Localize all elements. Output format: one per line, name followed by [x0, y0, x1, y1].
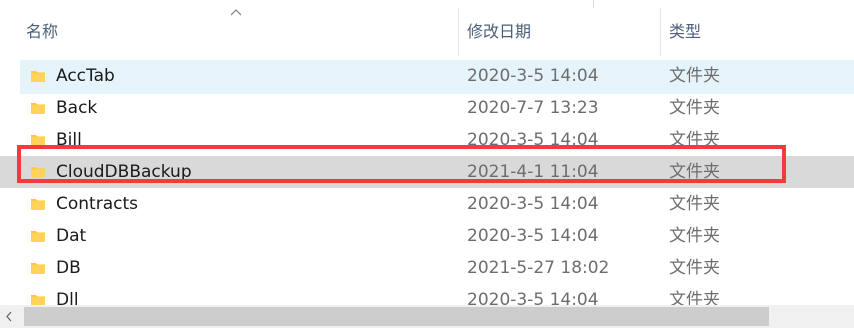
file-name: Back: [56, 98, 98, 118]
file-type: 文件夹: [669, 194, 720, 214]
file-row-db[interactable]: DB 2021-5-27 18:02 文件夹: [0, 252, 854, 284]
file-row-dat[interactable]: Dat 2020-3-5 14:04 文件夹: [0, 220, 854, 252]
row-selection-background: [20, 60, 854, 94]
file-row-bill[interactable]: Bill 2020-3-5 14:04 文件夹: [0, 124, 854, 146]
file-type: 文件夹: [669, 258, 720, 278]
file-date: 2020-3-5 14:04: [467, 290, 599, 305]
red-highlight-box: [17, 145, 786, 183]
scroll-left-icon[interactable]: [0, 305, 18, 328]
column-divider[interactable]: [458, 8, 459, 56]
file-type: 文件夹: [669, 98, 720, 118]
column-divider[interactable]: [660, 8, 661, 56]
file-date: 2020-3-5 14:04: [467, 226, 599, 246]
file-row-back[interactable]: Back 2020-7-7 13:23 文件夹: [0, 92, 854, 124]
folder-icon: [31, 71, 45, 82]
file-date: 2021-5-27 18:02: [467, 258, 610, 278]
column-header-name-label: 名称: [26, 22, 59, 41]
column-header-bar: 名称 修改日期 类型: [0, 0, 854, 56]
file-name: AccTab: [56, 66, 115, 86]
file-name: Dll: [56, 290, 79, 305]
file-name: Contracts: [56, 194, 138, 214]
file-date: 2020-7-7 13:23: [467, 98, 599, 118]
column-header-name[interactable]: 名称: [26, 0, 456, 56]
file-type: 文件夹: [669, 130, 720, 146]
scrollbar-thumb[interactable]: [24, 307, 769, 326]
file-type: 文件夹: [669, 290, 720, 305]
file-date: 2020-3-5 14:04: [467, 130, 599, 146]
folder-icon: [31, 135, 45, 146]
file-date: 2020-3-5 14:04: [467, 194, 599, 214]
folder-icon: [31, 231, 45, 242]
folder-icon: [31, 263, 45, 274]
file-type: 文件夹: [669, 66, 720, 86]
file-explorer-details-view: 名称 修改日期 类型 AccTab 2020-3-5 14:04 文件夹 Bac…: [0, 0, 854, 328]
column-header-date[interactable]: 修改日期: [467, 0, 657, 56]
file-type: 文件夹: [669, 226, 720, 246]
folder-icon: [31, 295, 45, 305]
column-header-date-label: 修改日期: [467, 22, 532, 41]
file-name: Bill: [56, 130, 82, 146]
file-name: Dat: [56, 226, 87, 246]
column-header-type-label: 类型: [669, 22, 702, 41]
column-header-type[interactable]: 类型: [669, 0, 849, 56]
file-name: DB: [56, 258, 81, 278]
folder-icon: [31, 103, 45, 114]
file-row-acctab[interactable]: AccTab 2020-3-5 14:04 文件夹: [0, 60, 854, 94]
file-row-dll[interactable]: Dll 2020-3-5 14:04 文件夹: [0, 284, 854, 305]
file-row-contracts[interactable]: Contracts 2020-3-5 14:04 文件夹: [0, 188, 854, 220]
file-date: 2020-3-5 14:04: [467, 66, 599, 86]
horizontal-scrollbar[interactable]: [0, 305, 854, 328]
folder-icon: [31, 199, 45, 210]
